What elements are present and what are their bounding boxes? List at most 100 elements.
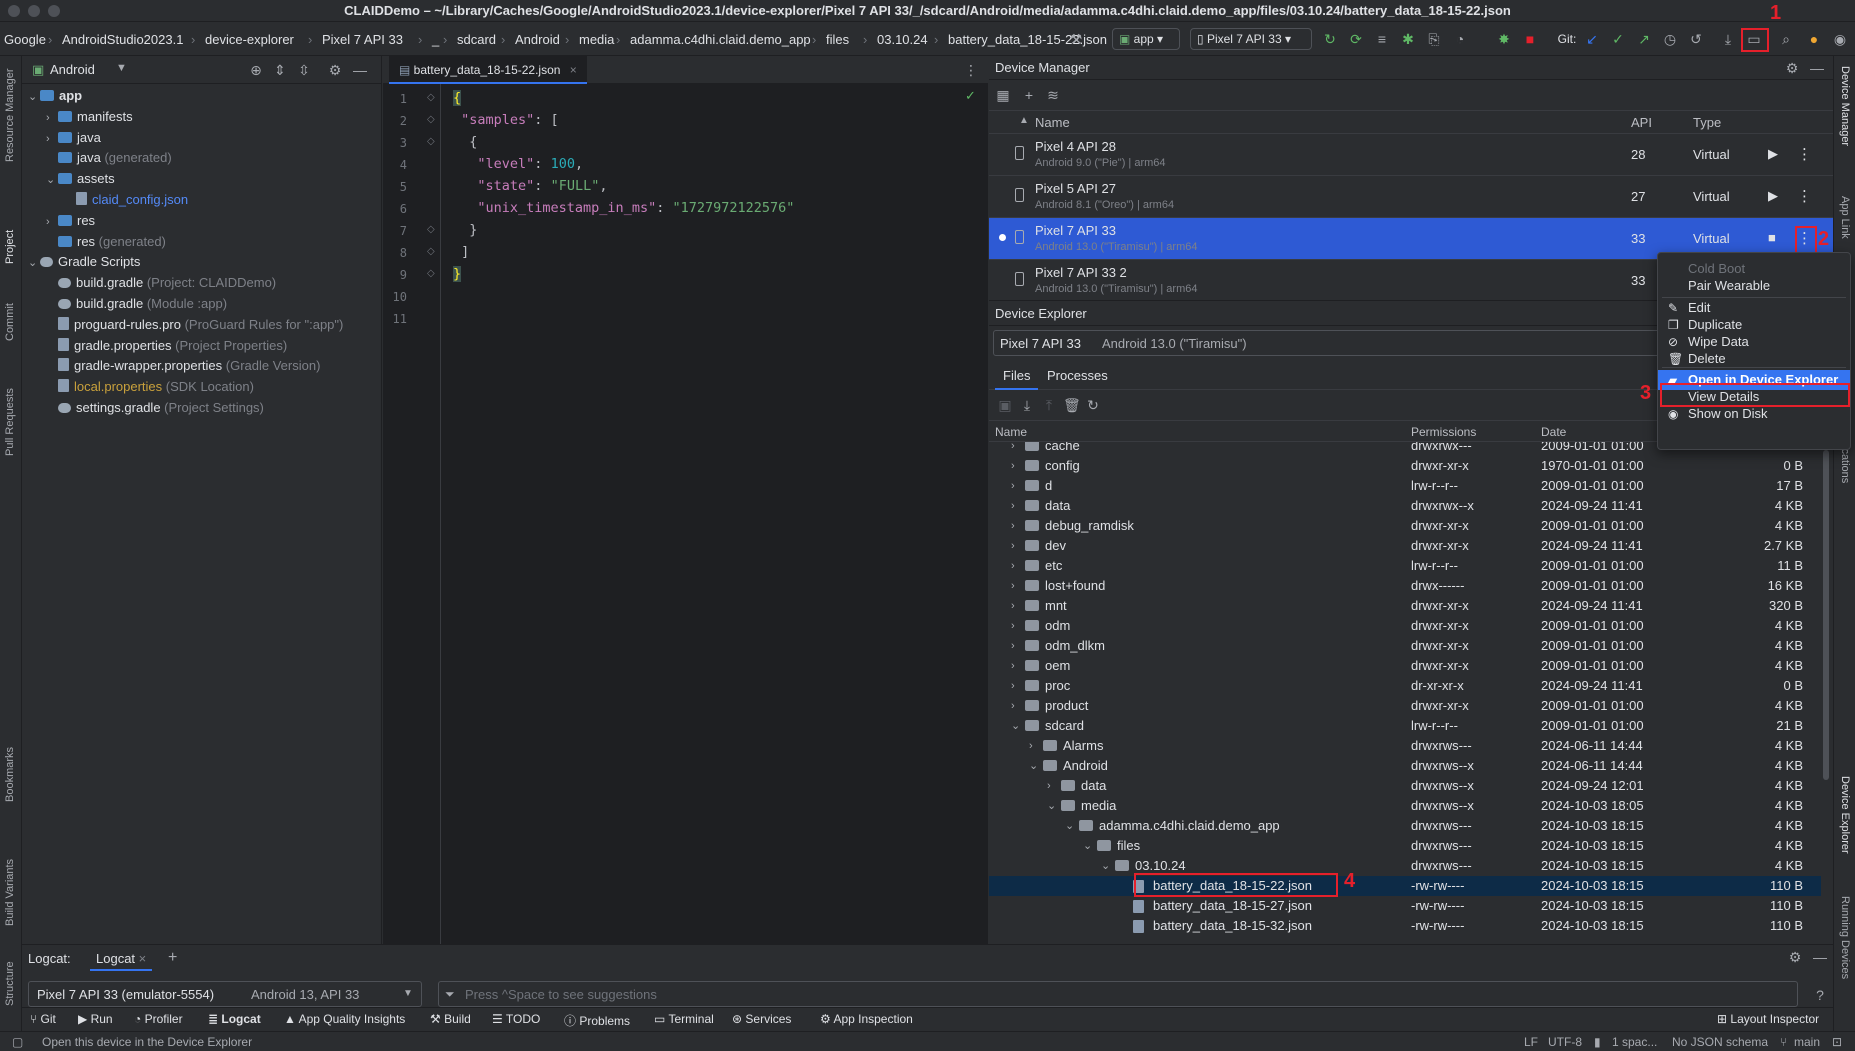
hide-panel-icon[interactable]: — [352, 62, 368, 78]
chevron-right-icon[interactable]: › [1011, 536, 1015, 556]
chevron-right-icon[interactable]: › [1047, 776, 1051, 796]
chevron-down-icon[interactable]: ⌄ [28, 87, 40, 107]
fold-marker-icon[interactable]: ◇ [427, 224, 435, 235]
toolwindow-todo[interactable]: ☰ TODO [492, 1012, 540, 1026]
chevron-right-icon[interactable]: › [46, 212, 58, 232]
breadcrumb-item[interactable]: Android [515, 32, 560, 47]
grid-icon[interactable]: ▦ [995, 87, 1011, 103]
toolwindow-app-inspection[interactable]: ⚙ App Inspection [820, 1012, 913, 1026]
toolwindow-run[interactable]: ▶ Run [78, 1012, 113, 1026]
toolwindow-services[interactable]: ⊛ Services [732, 1012, 791, 1026]
attach-debugger-icon[interactable]: ⎘ [1426, 31, 1442, 47]
breadcrumb-item[interactable]: adamma.c4dhi.claid.demo_app [630, 32, 811, 47]
file-row[interactable]: › lost+found drwx------ 2009-01-01 01:00 16 … [989, 576, 1821, 596]
breadcrumb-item[interactable]: sdcard [457, 32, 496, 47]
chevron-down-icon[interactable]: ▼ [116, 62, 127, 74]
build-variants-tab[interactable]: Build Variants [4, 826, 16, 926]
menu-item-show-on-disk[interactable]: ◉ Show on Disk [1658, 404, 1850, 424]
history-icon[interactable]: ◷ [1662, 31, 1678, 47]
project-tree-item[interactable]: local.properties (SDK Location) [46, 377, 254, 397]
project-tree-item[interactable]: ⌄ app [28, 86, 82, 106]
hide-panel-icon[interactable]: — [1812, 949, 1828, 965]
menu-item-delete[interactable]: 🗑 Delete [1658, 349, 1850, 369]
file-row[interactable]: › proc dr-xr-xr-x 2024-09-24 11:41 0 B [989, 676, 1821, 696]
file-row[interactable]: › product drwxr-xr-x 2009-01-01 01:00 4 KB [989, 696, 1821, 716]
tab-logcat[interactable]: Logcat × [90, 947, 153, 971]
profile-icon[interactable]: ◔ [1452, 31, 1468, 47]
file-row[interactable]: battery_data_18-15-27.json -rw-rw---- 2024… [989, 896, 1821, 916]
file-row[interactable]: battery_data_18-15-22.json -rw-rw---- 2024… [989, 876, 1821, 896]
breadcrumb-item[interactable]: Pixel 7 API 33 [322, 32, 403, 47]
chevron-right-icon[interactable]: › [1011, 636, 1015, 656]
toolwindow-profiler[interactable]: ◔ Profiler [134, 1012, 183, 1026]
file-row[interactable]: › data drwxrws--x 2024-09-24 12:01 4 KB [989, 776, 1821, 796]
project-tree-item[interactable]: java (generated) [46, 148, 172, 168]
chevron-down-icon[interactable]: ⌄ [28, 253, 40, 273]
breadcrumb-item[interactable]: files [826, 32, 849, 47]
chevron-right-icon[interactable]: › [1029, 736, 1033, 756]
sort-up-icon[interactable]: ▲ [1019, 115, 1029, 126]
device-manager-tab[interactable]: Device Manager [1839, 66, 1851, 176]
new-folder-icon[interactable]: ▣ [997, 397, 1013, 413]
stop-icon[interactable]: ■ [1768, 230, 1776, 245]
layout-inspector-button[interactable]: ⊞ Layout Inspector [1717, 1012, 1819, 1026]
editor-tab-battery-json[interactable]: ▤ battery_data_18-15-22.json × [389, 56, 587, 84]
project-tree-item[interactable]: proguard-rules.pro (ProGuard Rules for "… [46, 315, 343, 335]
list-icon[interactable]: ≡ [1374, 31, 1390, 47]
bug-icon[interactable]: ✸ [1496, 31, 1512, 47]
gear-icon[interactable]: ⚙ [327, 62, 343, 78]
device-explorer-tab[interactable]: Device Explorer [1839, 776, 1851, 886]
project-tree-item[interactable]: res (generated) [46, 232, 166, 252]
gear-icon[interactable]: ⚙ [1787, 949, 1803, 965]
resource-manager-tab[interactable]: Resource Manager [4, 62, 16, 162]
chevron-right-icon[interactable]: › [1011, 496, 1015, 516]
device-row[interactable]: Pixel 5 API 27 Android 8.1 ("Oreo") | arm… [989, 176, 1833, 218]
chevron-right-icon[interactable]: › [1011, 556, 1015, 576]
chevron-right-icon[interactable]: › [1011, 596, 1015, 616]
chevron-right-icon[interactable]: › [1011, 696, 1015, 716]
toolwindow-git[interactable]: ⑂ Git [30, 1012, 56, 1026]
file-row[interactable]: ⌄ files drwxrws--- 2024-10-03 18:15 4 KB [989, 836, 1821, 856]
updates-icon[interactable]: ● [1806, 31, 1822, 47]
help-icon[interactable]: ? [1812, 987, 1828, 1003]
chevron-down-icon[interactable]: ⌄ [1011, 716, 1020, 736]
file-row[interactable]: › odm_dlkm drwxr-xr-x 2009-01-01 01:00 4 KB [989, 636, 1821, 656]
json-schema[interactable]: No JSON schema [1672, 1035, 1768, 1049]
file-row[interactable]: › data drwxrwx--x 2024-09-24 11:41 4 KB [989, 496, 1821, 516]
structure-tab[interactable]: Structure [4, 936, 16, 1006]
readonly-icon[interactable]: ▮ [1594, 1035, 1601, 1049]
more-options-icon[interactable]: ⋮ [963, 62, 979, 78]
gradle-sync-icon[interactable]: ⤓ [1720, 31, 1736, 47]
file-row[interactable]: › config drwxr-xr-x 1970-01-01 01:00 0 B [989, 456, 1821, 476]
line-separator[interactable]: LF [1524, 1035, 1538, 1049]
more-actions-icon[interactable]: ⋮ [1797, 187, 1812, 205]
toolwindow-terminal[interactable]: ▭ Terminal [654, 1012, 714, 1026]
project-tree-item[interactable]: ⌄ Gradle Scripts [28, 252, 140, 272]
project-tab[interactable]: Project [4, 204, 16, 264]
toolwindow-logcat[interactable]: ≣ Logcat [208, 1012, 261, 1026]
chevron-right-icon[interactable]: › [1011, 616, 1015, 636]
file-row[interactable]: › etc lrw-r--r-- 2009-01-01 01:00 11 B [989, 556, 1821, 576]
wifi-pair-icon[interactable]: ≋ [1045, 87, 1061, 103]
download-icon[interactable]: ⤓ [1019, 397, 1035, 413]
file-tree-scrollbar[interactable] [1823, 450, 1829, 780]
column-api[interactable]: API [1631, 115, 1652, 130]
file-row[interactable]: › odm drwxr-xr-x 2009-01-01 01:00 4 KB [989, 616, 1821, 636]
breadcrumb-item[interactable]: device-explorer [205, 32, 294, 47]
project-tree-item[interactable]: gradle.properties (Project Properties) [46, 336, 287, 356]
column-file-name[interactable]: Name [995, 425, 1027, 439]
fold-marker-icon[interactable]: ◇ [427, 246, 435, 257]
fold-marker-icon[interactable]: ◇ [427, 92, 435, 103]
device-selector[interactable]: ▯ Pixel 7 API 33 ▾ [1190, 28, 1312, 50]
project-tree-item[interactable]: › manifests [46, 107, 133, 127]
file-row[interactable]: › Alarms drwxrws--- 2024-06-11 14:44 4 KB [989, 736, 1821, 756]
file-row[interactable]: › mnt drwxr-xr-x 2024-09-24 11:41 320 B [989, 596, 1821, 616]
notifications-tab[interactable]: ications [1839, 446, 1851, 506]
git-push-icon[interactable]: ↗ [1636, 31, 1652, 47]
delete-icon[interactable]: 🗑 [1063, 397, 1081, 413]
running-devices-tab[interactable]: Running Devices [1839, 896, 1851, 1006]
project-tree-item[interactable]: ⌄ assets [46, 169, 115, 189]
chevron-right-icon[interactable]: › [46, 129, 58, 149]
locate-icon[interactable]: ⊕ [248, 62, 264, 78]
play-icon[interactable]: ▶ [1768, 188, 1778, 204]
